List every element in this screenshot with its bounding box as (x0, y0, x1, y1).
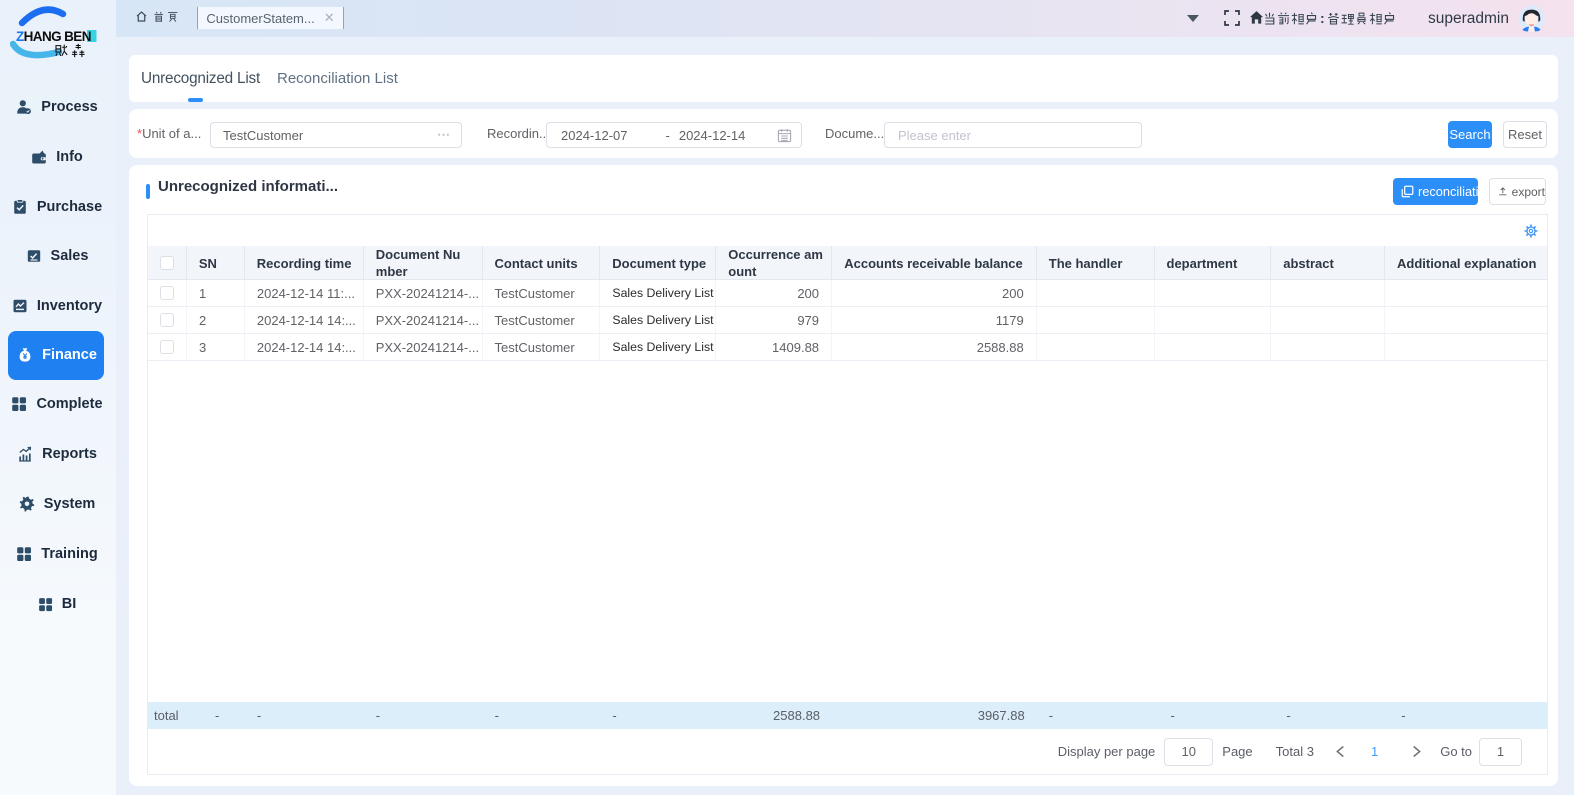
svg-text:ZHANG BEN: ZHANG BEN (16, 29, 91, 44)
